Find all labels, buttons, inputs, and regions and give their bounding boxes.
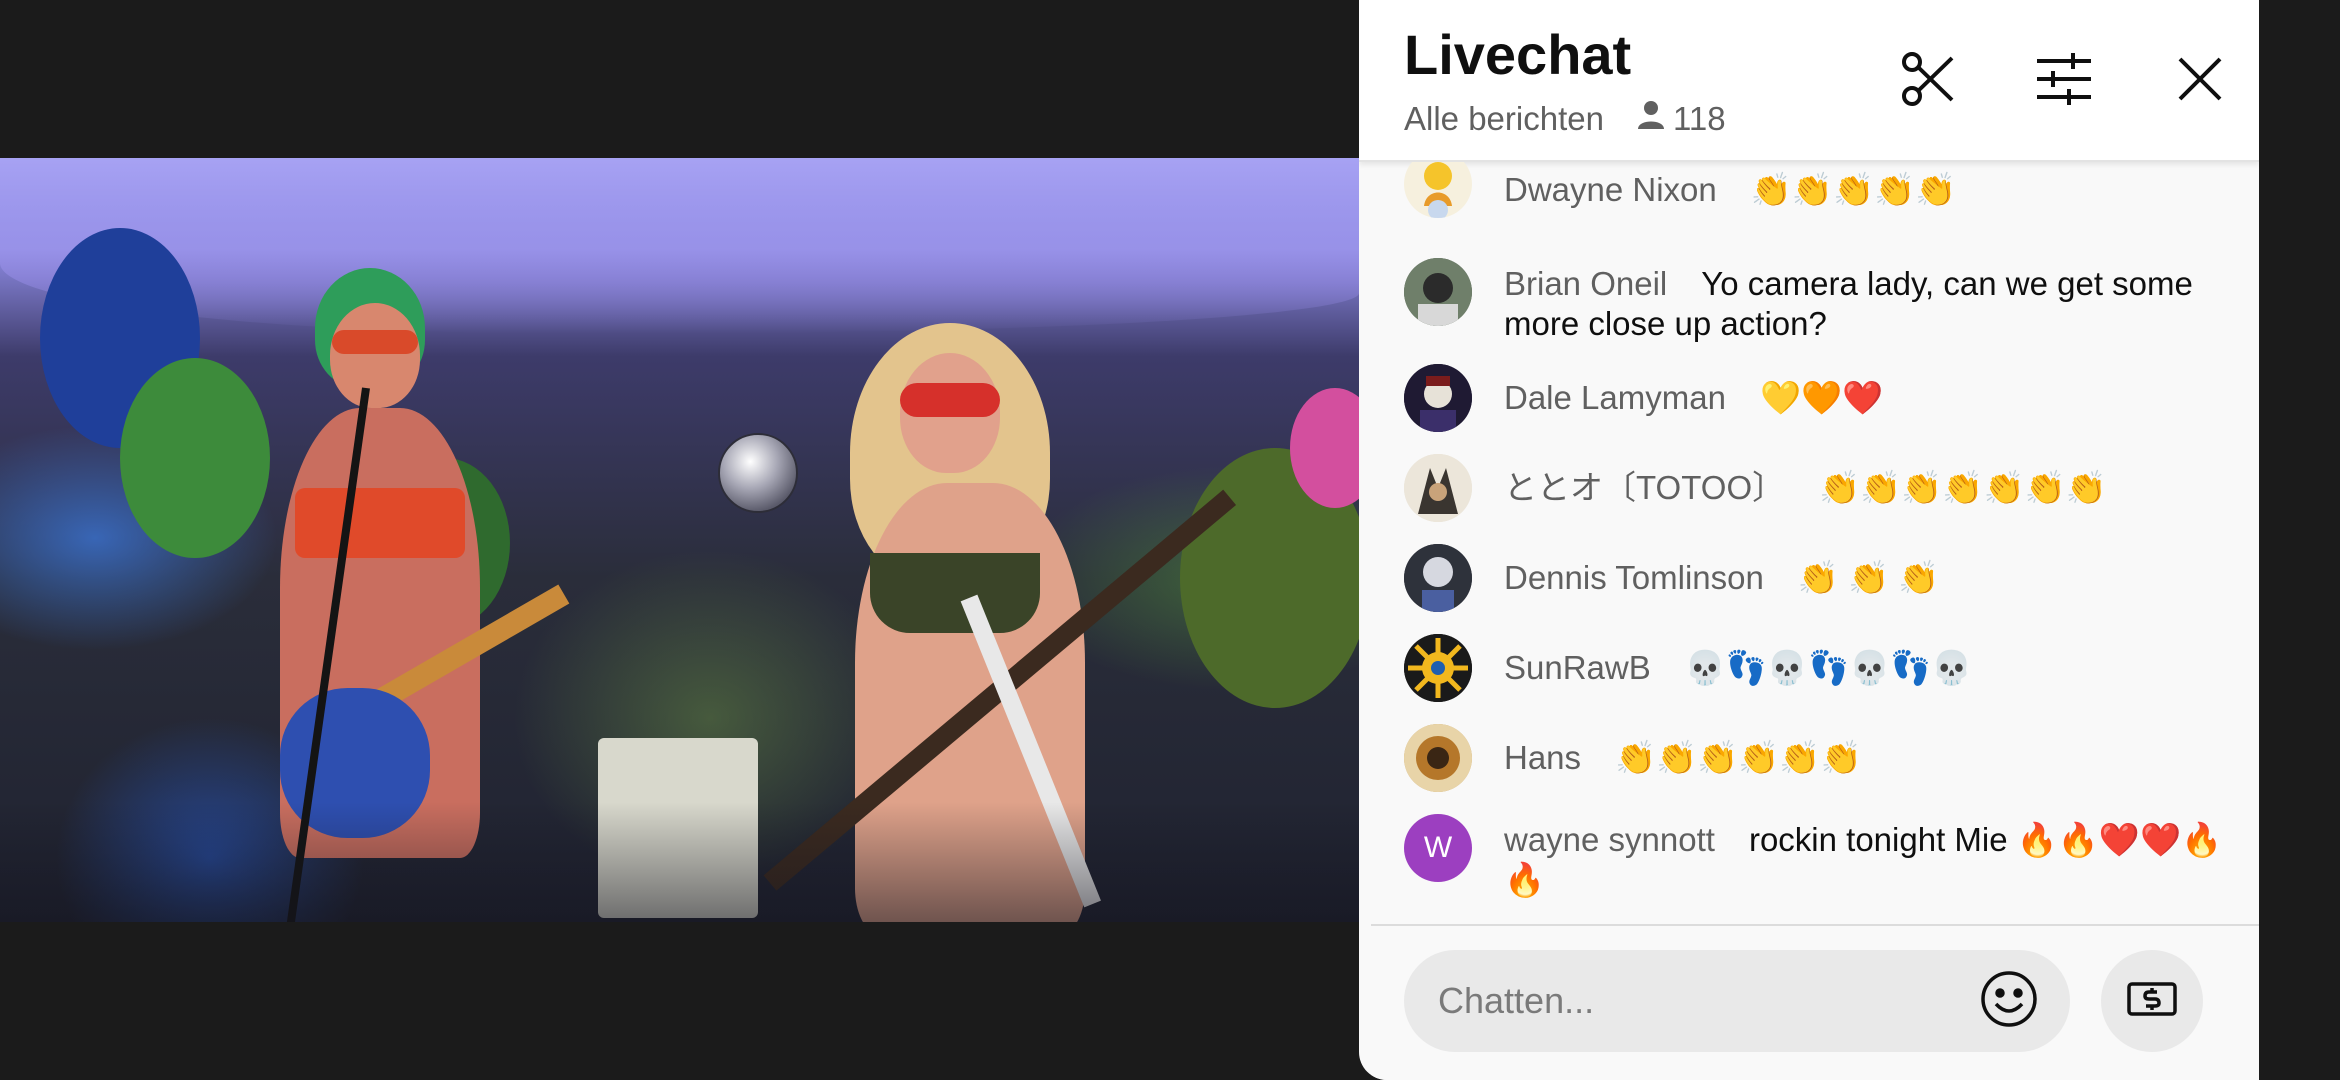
chat-author[interactable]: Dale Lamyman [1504,379,1726,416]
chat-input[interactable] [1404,950,2070,1052]
chat-author[interactable]: wayne synnott [1504,821,1715,858]
chat-filter-dropdown[interactable]: Alle berichten [1404,100,1604,138]
avatar[interactable] [1404,634,1472,702]
viewer-count-value: 118 [1673,100,1726,137]
chat-message[interactable]: Dennis Tomlinson 👏 👏 👏 [1404,544,2224,614]
chat-message[interactable]: ととオ〔TOTOO〕 👏👏👏👏👏👏👏 [1404,454,2224,524]
avatar[interactable] [1404,724,1472,792]
performer-left-mask [332,330,418,354]
chat-settings-button[interactable] [2029,46,2099,116]
chat-message[interactable]: Brian Oneil Yo camera lady, can we get so… [1404,258,2224,348]
chat-author[interactable]: Dennis Tomlinson [1504,559,1764,596]
chat-message[interactable]: Hans 👏👏👏👏👏👏 [1404,724,2224,794]
chat-message[interactable]: Dale Lamyman 💛🧡❤️ [1404,364,2224,434]
chat-message-text: 👏👏👏👏👏👏👏 [1819,469,2107,506]
person-icon [1637,100,1673,138]
chat-message-text: 💀👣💀👣💀👣💀 [1684,649,1973,686]
chat-message[interactable]: Dwayne Nixon 👏👏👏👏👏 [1404,162,2224,218]
chat-author[interactable]: Brian Oneil [1504,265,1667,302]
chat-message-text: 👏 👏 👏 [1797,559,1940,596]
avatar[interactable] [1404,454,1472,522]
close-chat-button[interactable] [2165,46,2235,116]
screen-edge [2259,0,2340,1080]
chat-message[interactable]: W wayne synnott rockin tonight Mie 🔥🔥❤️❤️… [1404,814,2224,914]
clip-button[interactable] [1894,46,1964,116]
chat-author[interactable]: SunRawB [1504,649,1651,686]
scissors-icon [1900,50,1958,113]
avatar[interactable] [1404,258,1472,326]
chat-author[interactable]: Hans [1504,739,1581,776]
video-player[interactable] [0,0,1359,1080]
stage-canopy [0,158,1359,333]
chat-title: Livechat [1404,23,1632,86]
avatar[interactable] [1404,544,1472,612]
chat-message-text: 👏👏👏👏👏👏 [1615,739,1862,776]
performer-right-mask [900,383,1000,417]
avatar-initial: W [1423,831,1453,864]
chat-message-list[interactable]: Dwayne Nixon 👏👏👏👏👏 Brian Oneil Yo camera l… [1359,162,2259,924]
chat-author[interactable]: Dwayne Nixon [1504,171,1717,208]
performer-right-top [870,553,1040,633]
chat-message-text: 💛🧡❤️ [1759,379,1884,416]
avatar[interactable] [1404,162,1472,218]
chat-message[interactable]: SunRawB 💀👣💀👣💀👣💀 [1404,634,2224,704]
live-chat-panel: Livechat Alle berichten 118 Dwayne Nixon… [1359,0,2259,1080]
emoji-button[interactable] [1974,966,2044,1036]
smiley-icon [1980,970,2038,1033]
viewer-count: 118 [1637,100,1726,138]
chat-message-text: 👏👏👏👏👏 [1750,171,1957,208]
sliders-icon [2035,52,2093,110]
avatar[interactable] [1404,364,1472,432]
performer-left-top [295,488,465,558]
avatar[interactable]: W [1404,814,1472,882]
close-icon [2177,56,2223,107]
super-chat-button[interactable] [2101,950,2203,1052]
performer-left-face [330,303,420,408]
chat-header: Livechat Alle berichten 118 [1359,0,2259,162]
chat-author[interactable]: ととオ〔TOTOO〕 [1504,469,1785,506]
video-frame-live-concert[interactable] [0,158,1359,922]
dollar-note-icon [2127,981,2177,1021]
stage-floor [0,802,1359,922]
